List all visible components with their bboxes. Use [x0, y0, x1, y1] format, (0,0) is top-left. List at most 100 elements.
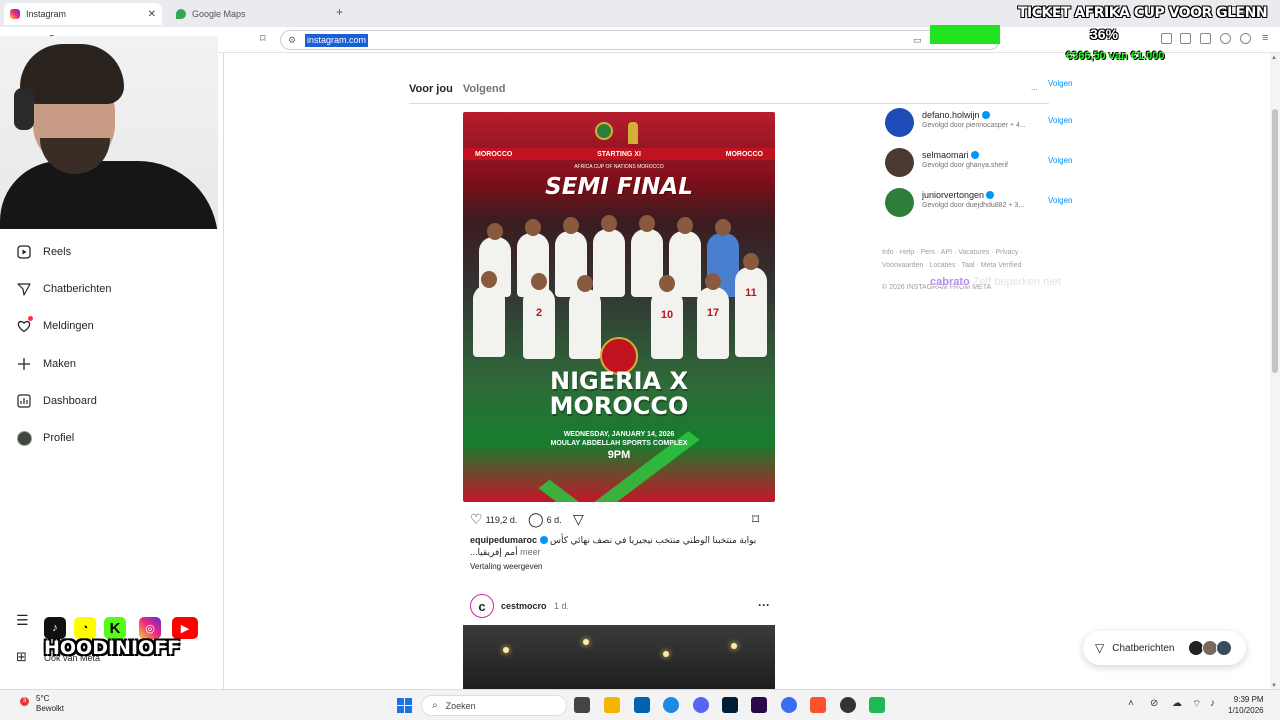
sidebar-icon[interactable] [1180, 33, 1191, 44]
sidebar-item-reels[interactable]: Reels [16, 244, 71, 260]
sidebar-item-profiel[interactable]: Profiel [16, 430, 74, 446]
profile-avatar [16, 430, 32, 446]
comment-count: 6 d. [546, 514, 562, 525]
task-view-icon[interactable] [574, 697, 590, 713]
sidebar-item-label: Maken [43, 358, 77, 370]
windows-start-icon[interactable] [397, 698, 412, 713]
system-clock[interactable]: 9:39 PM 1/10/2026 [1228, 694, 1264, 716]
extension-icon[interactable] [1161, 33, 1172, 44]
follow-button[interactable]: Volgen [1048, 196, 1072, 205]
like-button[interactable]: ♡ 119,2 d. [470, 511, 517, 528]
store-icon[interactable] [634, 697, 650, 713]
tab-google-maps[interactable]: Google Maps [170, 3, 330, 25]
sidebar-item-label: Dashboard [43, 395, 97, 407]
post2-avatar[interactable]: c [470, 594, 494, 618]
post2-image[interactable] [463, 625, 775, 689]
url-text[interactable]: instagram.com [305, 34, 369, 47]
sidebar-item-label: Meldingen [43, 320, 94, 332]
share-button[interactable]: ▽ [573, 511, 587, 528]
match-date: WEDNESDAY, JANUARY 14, 2026 MOULAY ABDEL… [463, 430, 775, 448]
wallet-icon[interactable] [1200, 33, 1211, 44]
post2-username[interactable]: cestmocro [501, 601, 547, 611]
more-options-icon[interactable]: ··· [758, 598, 770, 612]
sidebar-item-maken[interactable]: Maken [16, 356, 76, 372]
edge-icon[interactable] [663, 697, 679, 713]
scroll-up-icon[interactable]: ▲ [1271, 55, 1277, 61]
follow-button[interactable]: Volgen [1048, 116, 1072, 125]
suggestion-name[interactable]: selmaomari [922, 150, 979, 160]
footer-line[interactable]: Voorwaarden · Locaties · Taal · Meta Ver… [882, 259, 1072, 272]
wifi-icon[interactable]: ⌔ [1192, 698, 1201, 711]
windows-taskbar: 3 5°C Bewolkt ⌕ Zoeken ˄ ⊘ ☁ ⌔ ♪ 9:39 PM… [0, 689, 1280, 720]
cast-icon[interactable]: ▭ [913, 35, 922, 46]
page-scrollbar[interactable]: ▲ ▼ [1270, 53, 1280, 689]
sidebar-item-label: Reels [43, 246, 72, 258]
menu-icon[interactable]: ≡ [1262, 32, 1268, 44]
premiere-icon[interactable] [751, 697, 767, 713]
onedrive-icon[interactable]: ☁ [1172, 698, 1182, 709]
sidebar-item-dashboard[interactable]: Dashboard [16, 393, 97, 409]
app-icon[interactable] [781, 697, 797, 713]
comment-button[interactable]: ◯ 6 d. [528, 511, 562, 528]
maps-favicon [176, 9, 186, 19]
rewards-icon[interactable] [1220, 33, 1231, 44]
volume-icon[interactable]: ♪ [1210, 698, 1215, 709]
clock-date: 1/10/2026 [1228, 706, 1264, 715]
search-placeholder: Zoeken [445, 700, 476, 711]
follow-button[interactable]: Volgen [1048, 156, 1072, 165]
suggestion-name[interactable]: juniorvertongen [922, 190, 995, 200]
discord-icon[interactable] [693, 697, 709, 713]
bookmark-icon[interactable]: ⌑ [260, 32, 266, 45]
suggestion-avatar[interactable] [885, 148, 914, 177]
tab-volgend[interactable]: Volgend [463, 83, 506, 95]
scroll-thumb[interactable] [1272, 109, 1278, 373]
suggestions-more[interactable]: ... [1031, 83, 1038, 92]
shield-icon[interactable] [1240, 33, 1251, 44]
caption-username[interactable]: equipedumaroc [470, 535, 537, 545]
address-bar[interactable]: ⚙ instagram.com ▭ [280, 30, 1000, 50]
feed-tabs: Voor jou Volgend [409, 83, 512, 95]
file-explorer-icon[interactable] [604, 697, 620, 713]
footer-line[interactable]: Info · Help · Pers · API · Vacatures · P… [882, 246, 1072, 259]
player [631, 215, 663, 297]
instagram-favicon [10, 9, 20, 19]
photoshop-icon[interactable] [722, 697, 738, 713]
network-icon[interactable]: ⊘ [1150, 698, 1158, 709]
suggestion-avatar[interactable] [885, 188, 914, 217]
site-info-icon[interactable]: ⚙ [288, 35, 296, 46]
taskbar-search[interactable]: ⌕ Zoeken [421, 695, 567, 716]
green-app-icon[interactable] [869, 697, 885, 713]
player: 10 [651, 275, 683, 359]
post2-time: 1 d. [554, 601, 570, 611]
weather-desc: Bewolkt [36, 704, 65, 713]
brave-icon[interactable] [810, 697, 826, 713]
bookmark-icon: ⌑ [752, 511, 760, 527]
save-button[interactable]: ⌑ [752, 511, 762, 528]
tray-chevron-icon[interactable]: ˄ [1128, 698, 1134, 709]
reels-icon [16, 244, 32, 260]
matchup-line2: MOROCCO [549, 392, 689, 420]
suggestion-sub: Gevolgd door pierinocasper + 4... [922, 122, 1026, 129]
tab-instagram[interactable]: Instagram ✕ [4, 3, 162, 25]
sidebar-divider [223, 53, 224, 689]
close-icon[interactable]: ✕ [148, 9, 156, 20]
new-tab-icon[interactable]: + [336, 5, 343, 19]
sidebar-item-label: Chatberichten [43, 283, 112, 295]
translate-link[interactable]: Vertaling weergeven [470, 561, 770, 573]
suggestion-name[interactable]: defano.holwijn [922, 110, 990, 120]
sidebar-item-meer[interactable]: ☰ [16, 612, 29, 629]
messages-pill[interactable]: ▽ Chatberichten [1083, 631, 1246, 665]
verified-icon [539, 536, 548, 544]
obs-icon[interactable] [840, 697, 856, 713]
sidebar-item-meldingen[interactable]: Meldingen [16, 316, 94, 334]
federation-crest [595, 122, 613, 140]
send-icon [16, 281, 32, 297]
sidebar-item-meta[interactable]: ⊞ [16, 649, 27, 665]
tab-voor-jou[interactable]: Voor jou [409, 83, 453, 95]
suggestion-avatar[interactable] [885, 108, 914, 137]
caption-more-link[interactable]: meer [520, 547, 541, 557]
suggestion-item: juniorvertongen Gevolgd door duejdhdu882… [885, 188, 1075, 218]
follow-button-top[interactable]: Volgen [1048, 79, 1072, 88]
post-image[interactable]: MOROCCO STARTING XI MOROCCO AFRICA CUP O… [463, 112, 775, 502]
sidebar-item-chatberichten[interactable]: Chatberichten [16, 281, 112, 297]
